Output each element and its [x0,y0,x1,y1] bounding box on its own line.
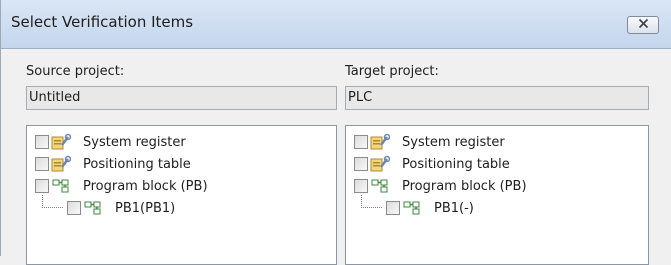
tree-item-system-register[interactable]: System register [35,131,186,153]
table-tools-icon [370,155,390,173]
target-project-field: PLC [345,86,649,110]
tree-item-label: System register [402,134,505,150]
target-tree[interactable]: System register Positioning table Progra… [345,125,649,265]
source-tree[interactable]: System register Positioning table Progra… [26,125,337,265]
tree-item-label: Positioning table [83,156,191,172]
checkbox[interactable] [386,201,400,215]
tree-connector [42,195,63,208]
checkbox[interactable] [354,179,368,193]
tree-item-label: Program block (PB) [402,178,527,194]
title-bar: Select Verification Items [1,0,671,49]
close-icon [638,18,649,33]
tree-item-label: PB1(PB1) [115,200,176,216]
tree-item-program-block[interactable]: Program block (PB) [35,175,208,197]
dialog-window: Select Verification Items Source project… [0,0,671,265]
table-tools-icon [51,155,71,173]
close-button[interactable] [627,16,659,34]
checkbox[interactable] [35,157,49,171]
target-project-label: Target project: [345,64,439,79]
tree-connector [361,195,382,208]
checkbox[interactable] [35,179,49,193]
tree-item-positioning-table[interactable]: Positioning table [354,153,510,175]
tree-item-pb1[interactable]: PB1(-) [386,197,474,219]
source-project-label: Source project: [26,64,125,79]
register-tools-icon [51,133,71,151]
register-tools-icon [370,133,390,151]
tree-item-label: System register [83,134,186,150]
tree-item-label: Program block (PB) [83,178,208,194]
program-block-icon [83,199,103,217]
tree-item-pb1[interactable]: PB1(PB1) [67,197,175,219]
checkbox[interactable] [354,135,368,149]
checkbox[interactable] [35,135,49,149]
program-block-icon [370,177,390,195]
source-project-field: Untitled [26,86,337,110]
tree-item-program-block[interactable]: Program block (PB) [354,175,527,197]
tree-item-positioning-table[interactable]: Positioning table [35,153,191,175]
program-block-icon [51,177,71,195]
checkbox[interactable] [67,201,81,215]
dialog-title: Select Verification Items [11,13,194,31]
checkbox[interactable] [354,157,368,171]
program-block-icon [402,199,422,217]
tree-item-label: PB1(-) [434,200,474,216]
tree-item-label: Positioning table [402,156,510,172]
tree-item-system-register[interactable]: System register [354,131,505,153]
